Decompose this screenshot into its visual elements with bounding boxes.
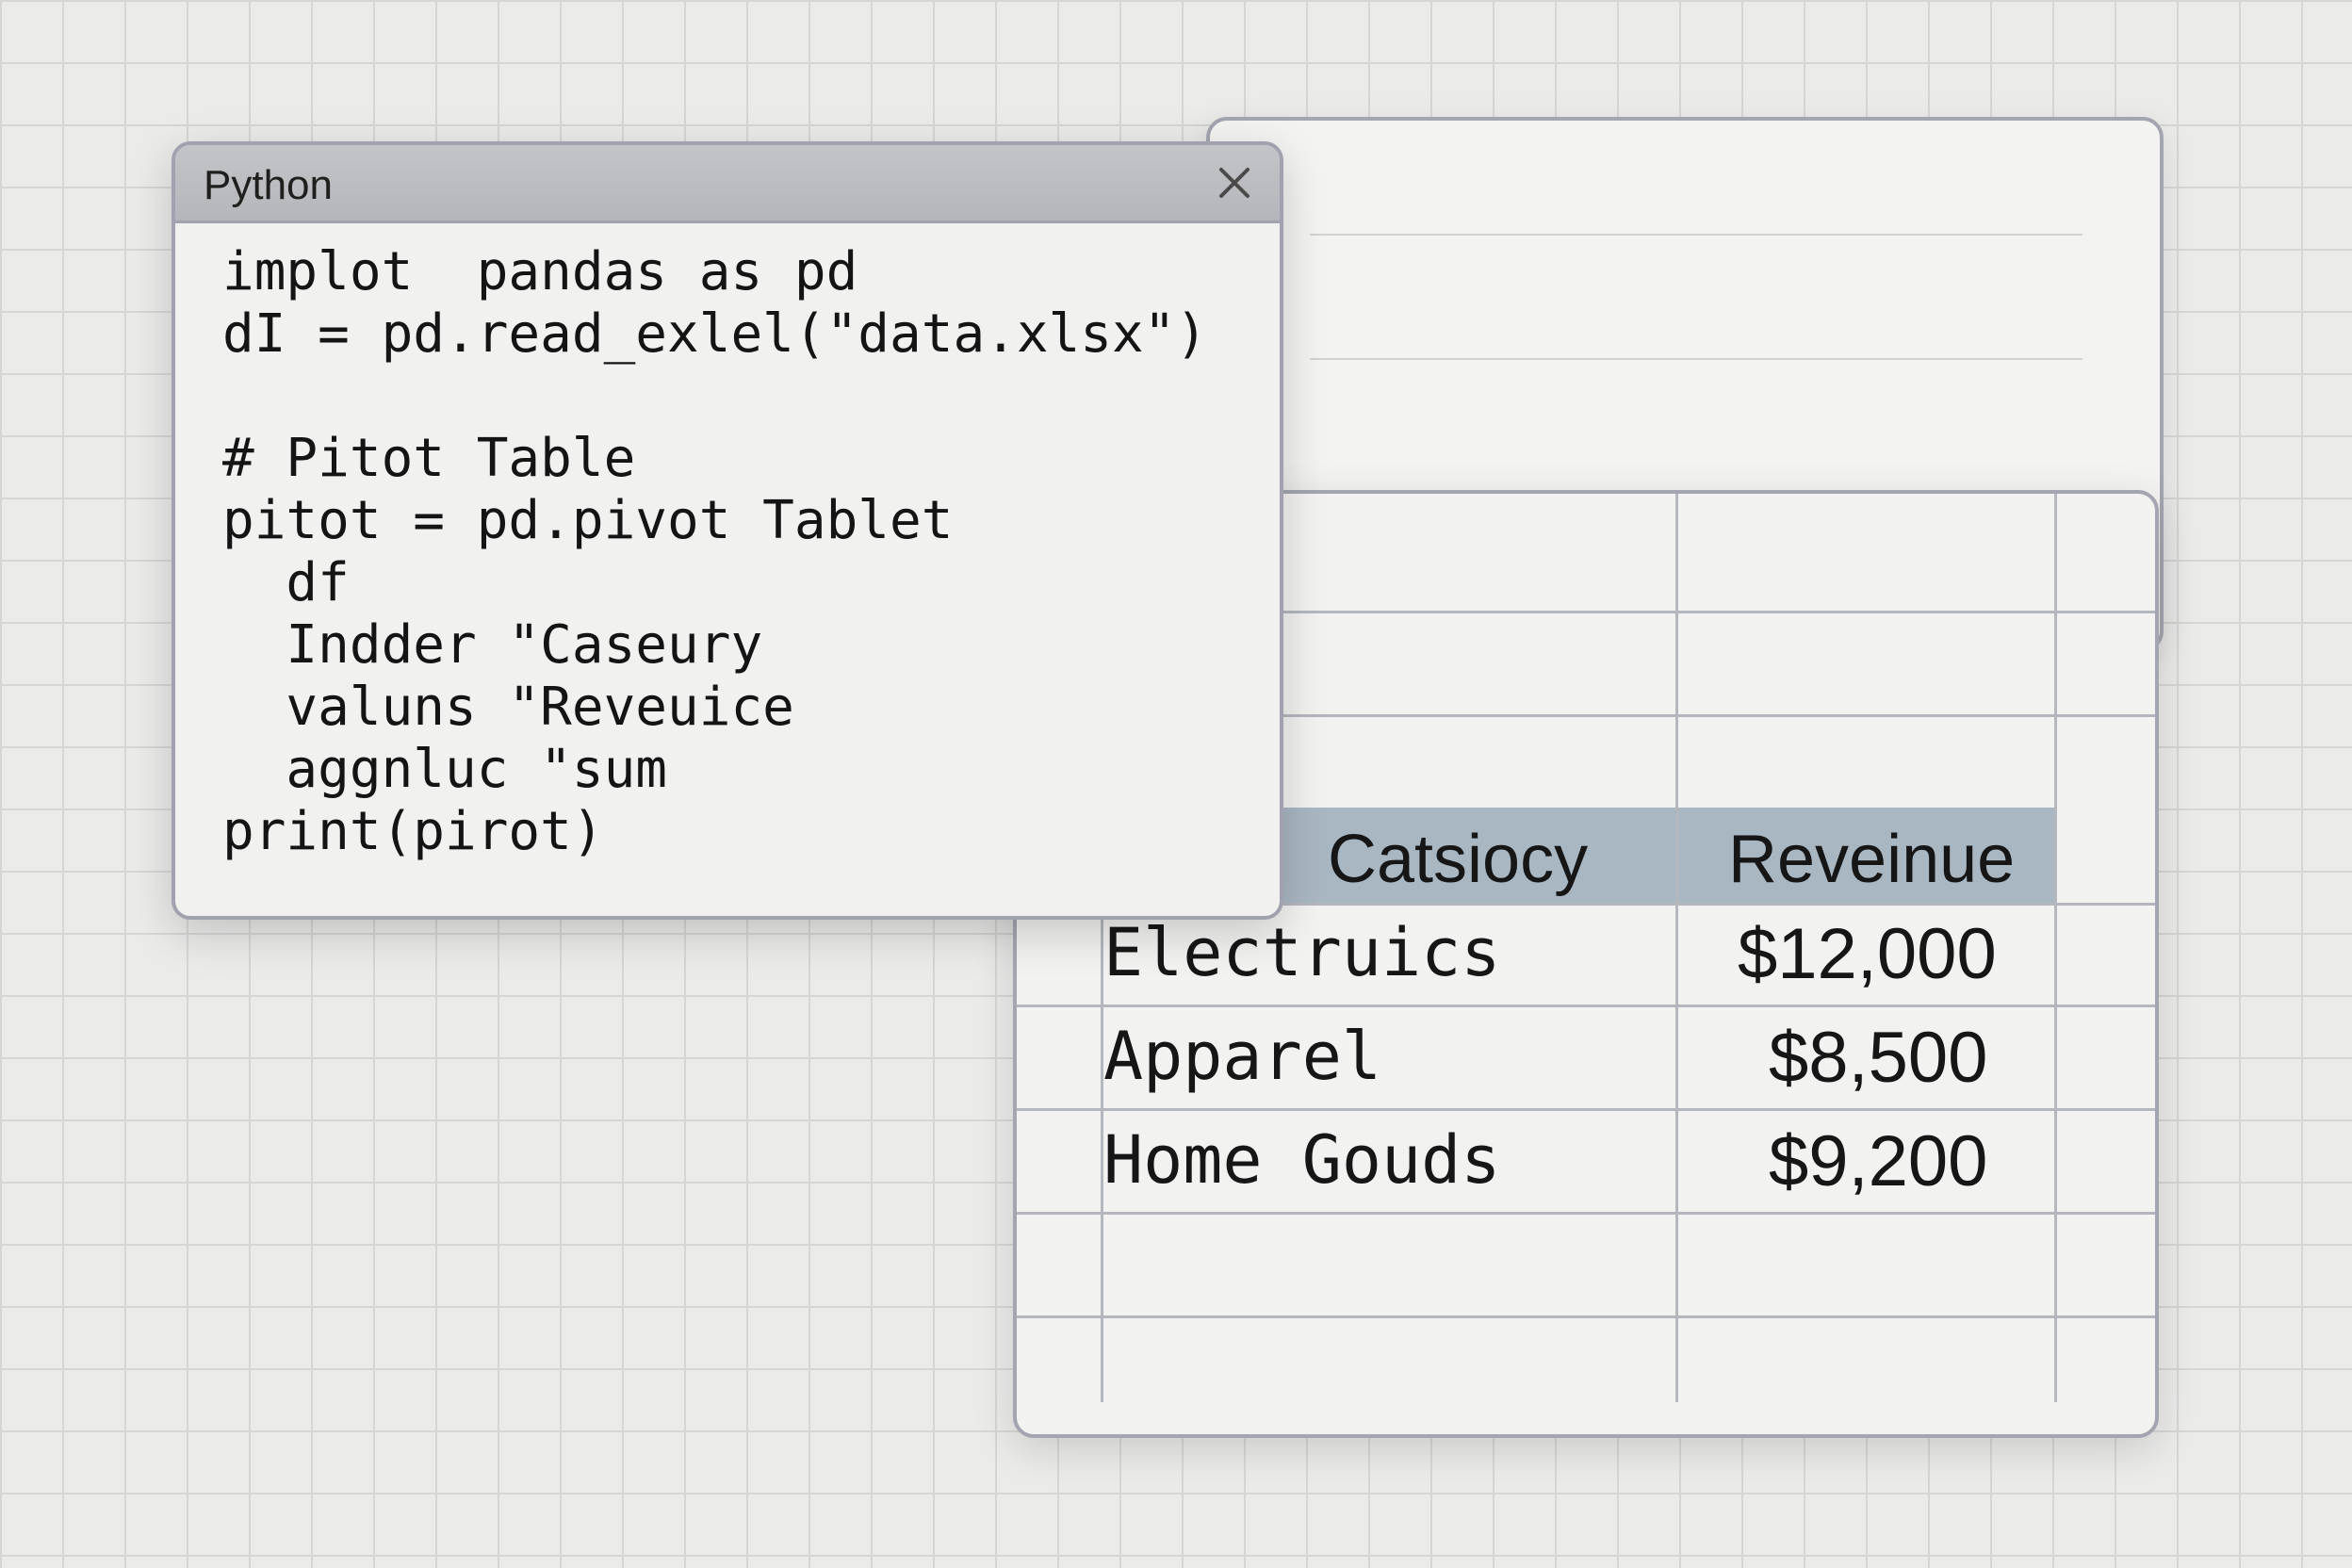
table-cell-revenue[interactable]: $12,000 xyxy=(1738,919,1997,990)
panel-divider xyxy=(1310,358,2082,360)
code-line: valuns "Reveuice xyxy=(222,677,794,738)
code-line: pitot = pd.pivot Tablet xyxy=(222,490,954,551)
table-cell-category[interactable]: Electruics xyxy=(1103,920,1500,986)
window-titlebar[interactable]: Python xyxy=(175,145,1280,223)
code-line: dI = pd.read_exlel("data.xlsx") xyxy=(222,303,1208,365)
column-header-category[interactable]: Catsiocy xyxy=(1328,825,1588,893)
table-cell-revenue[interactable]: $8,500 xyxy=(1769,1022,1987,1094)
grid-column-line xyxy=(2054,494,2057,1402)
code-line: df xyxy=(222,552,350,613)
code-line: implot pandas as pd xyxy=(222,241,858,302)
table-cell-category[interactable]: Home Gouds xyxy=(1103,1127,1500,1193)
python-window: Python implot pandas as pd dI = pd.read_… xyxy=(172,141,1283,920)
code-line: aggnluc "sum xyxy=(222,739,668,800)
column-header-revenue[interactable]: Reveinue xyxy=(1728,825,2015,893)
grid-row-line xyxy=(1017,1108,2155,1111)
code-line: # Pitot Table xyxy=(222,428,636,489)
code-line: print(pirot) xyxy=(222,801,604,862)
code-line: Indder "Caseury xyxy=(222,614,763,676)
close-icon xyxy=(1219,168,1250,198)
window-title: Python xyxy=(204,162,333,208)
grid-column-line xyxy=(1675,494,1678,1402)
grid-row-line xyxy=(1017,1004,2155,1007)
close-button[interactable] xyxy=(1212,160,1257,205)
grid-row-line xyxy=(1017,1212,2155,1215)
panel-divider xyxy=(1310,234,2082,236)
table-cell-category[interactable]: Apparel xyxy=(1103,1023,1381,1089)
table-cell-revenue[interactable]: $9,200 xyxy=(1769,1126,1987,1198)
code-editor[interactable]: implot pandas as pd dI = pd.read_exlel("… xyxy=(222,241,1207,863)
grid-row-line xyxy=(1017,1315,2155,1318)
